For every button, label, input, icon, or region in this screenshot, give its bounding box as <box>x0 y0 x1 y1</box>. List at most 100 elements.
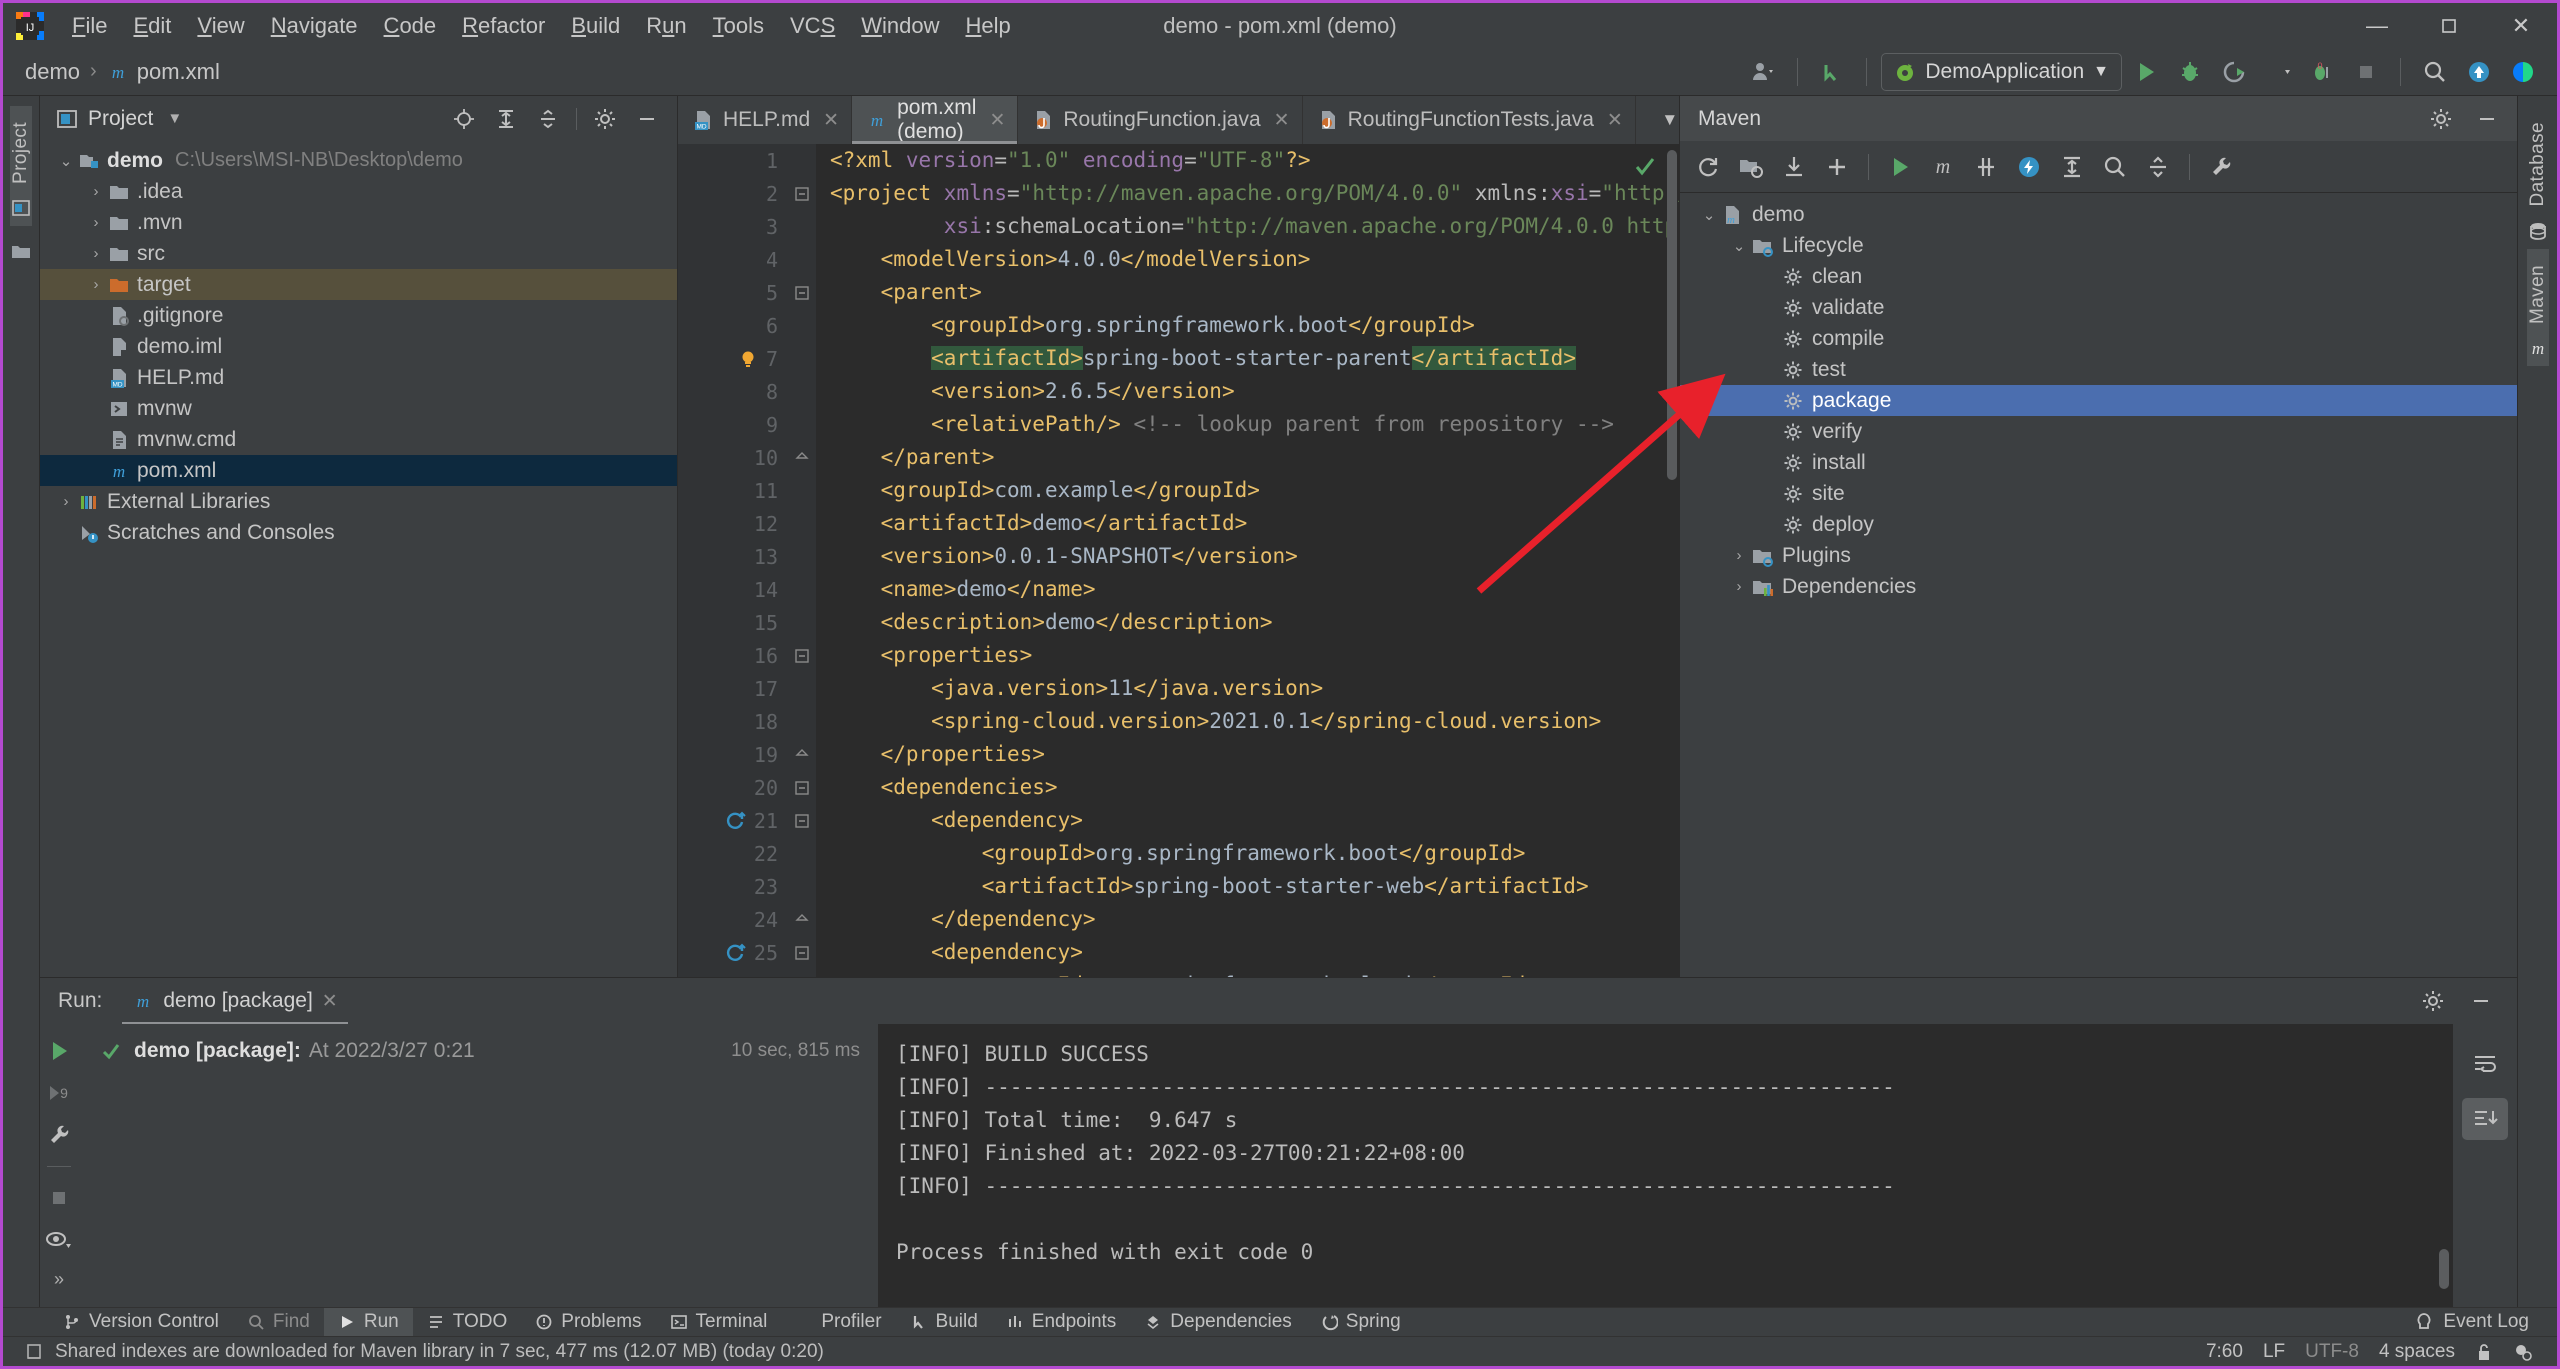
breadcrumb-project[interactable]: demo <box>25 59 80 85</box>
expand-arrow-icon[interactable]: › <box>1726 578 1752 595</box>
gear-icon[interactable] <box>585 99 625 139</box>
gear-icon[interactable] <box>2413 981 2453 1021</box>
attach-debugger-button[interactable]: 0 <box>2302 52 2342 92</box>
menu-item-navigate[interactable]: Navigate <box>258 9 371 43</box>
project-tree-item[interactable]: .gitignore <box>40 300 677 331</box>
settings-wrench-icon[interactable] <box>2201 147 2241 187</box>
stop-icon[interactable] <box>46 1185 72 1211</box>
project-tree-item[interactable]: demo.iml <box>40 331 677 362</box>
run-results-tree[interactable]: demo [package]: At 2022/3/27 0:21 10 sec… <box>78 1024 878 1307</box>
fold-minus-icon[interactable] <box>788 639 816 672</box>
project-tree-item[interactable]: › External Libraries <box>40 486 677 517</box>
maven-goal-package[interactable]: package <box>1680 385 2517 416</box>
user-settings-icon[interactable] <box>1743 52 1783 92</box>
menu-item-view[interactable]: View <box>184 9 257 43</box>
menu-item-code[interactable]: Code <box>371 9 450 43</box>
tool-window-button-terminal[interactable]: Terminal <box>656 1308 782 1337</box>
line-separator[interactable]: LF <box>2263 1341 2285 1363</box>
tool-window-button-todo[interactable]: TODO <box>413 1308 522 1337</box>
locate-icon[interactable] <box>444 99 484 139</box>
file-encoding[interactable]: UTF-8 <box>2305 1341 2359 1363</box>
sidebar-item-database[interactable]: Database <box>2527 106 2549 249</box>
collapse-all-icon[interactable] <box>2138 147 2178 187</box>
maven-tree-item[interactable]: ⌄ Lifecycle <box>1680 230 2517 261</box>
maximize-button[interactable] <box>2413 3 2485 48</box>
expand-arrow-icon[interactable]: ⌄ <box>54 152 78 170</box>
tool-window-button-problems[interactable]: Problems <box>521 1308 655 1337</box>
run-button[interactable] <box>2126 52 2166 92</box>
generate-sources-icon[interactable] <box>1731 147 1771 187</box>
run-configuration-selector[interactable]: DemoApplication ▼ <box>1881 53 2122 91</box>
project-tree-item[interactable]: › .mvn <box>40 207 677 238</box>
indent-setting[interactable]: 4 spaces <box>2379 1341 2455 1363</box>
soft-wrap-icon[interactable] <box>2462 1042 2508 1084</box>
tool-window-button-version-control[interactable]: Version Control <box>49 1308 233 1337</box>
fold-end-icon[interactable] <box>788 903 816 936</box>
caret-position[interactable]: 7:60 <box>2206 1341 2243 1363</box>
search-icon[interactable] <box>2095 147 2135 187</box>
chevron-down-icon[interactable]: ▼ <box>167 110 182 127</box>
editor-scrollbar[interactable] <box>1667 150 1677 480</box>
search-everywhere-icon[interactable] <box>2415 52 2455 92</box>
breadcrumb-pom[interactable]: pom.xml <box>137 59 220 85</box>
fold-minus-icon[interactable] <box>788 177 816 210</box>
toggle-offline-icon[interactable] <box>2009 147 2049 187</box>
menu-item-edit[interactable]: Edit <box>120 9 184 43</box>
add-icon[interactable] <box>1817 147 1857 187</box>
download-dependency-icon[interactable] <box>726 811 746 831</box>
editor-tab-routingfunction-java[interactable]: RoutingFunction.java ✕ <box>1018 96 1303 144</box>
close-button[interactable]: ✕ <box>2485 3 2557 48</box>
maven-tree-item[interactable]: validate <box>1680 292 2517 323</box>
expand-all-icon[interactable] <box>486 99 526 139</box>
expand-more-icon[interactable]: » <box>54 1269 64 1290</box>
close-icon[interactable]: ✕ <box>1274 109 1290 132</box>
fold-end-icon[interactable] <box>788 441 816 474</box>
editor-tab-help-md[interactable]: MD HELP.md ✕ <box>678 96 853 144</box>
project-tree-item[interactable]: › src <box>40 238 677 269</box>
console-scrollbar[interactable] <box>2439 1249 2449 1289</box>
rerun-failed-tests-icon[interactable]: 9 <box>46 1080 72 1106</box>
menu-item-refactor[interactable]: Refactor <box>449 9 558 43</box>
close-icon[interactable]: ✕ <box>989 109 1005 132</box>
maven-tree-item[interactable]: install <box>1680 447 2517 478</box>
minimize-button[interactable]: — <box>2341 3 2413 48</box>
project-tree-item[interactable]: Scratches and Consoles <box>40 517 677 548</box>
project-tree-item[interactable]: m pom.xml <box>40 455 677 486</box>
vcs-update-icon[interactable] <box>1812 52 1852 92</box>
scroll-to-end-icon[interactable] <box>2462 1098 2508 1140</box>
expand-arrow-icon[interactable]: › <box>1726 547 1752 564</box>
fold-minus-icon[interactable] <box>788 276 816 309</box>
menu-item-window[interactable]: Window <box>848 9 952 43</box>
tool-window-button-profiler[interactable]: Profiler <box>781 1308 895 1337</box>
run-maven-build-icon[interactable] <box>1880 147 1920 187</box>
run-window-tab[interactable]: m demo [package] ✕ <box>122 984 349 1025</box>
collapse-all-icon[interactable] <box>528 99 568 139</box>
sidebar-item-maven[interactable]: m Maven <box>2526 248 2549 366</box>
reload-icon[interactable] <box>1688 147 1728 187</box>
maven-tree-item[interactable]: compile <box>1680 323 2517 354</box>
expand-arrow-icon[interactable]: › <box>84 245 108 262</box>
project-tree-item[interactable]: mvnw.cmd <box>40 424 677 455</box>
hide-panel-icon[interactable] <box>627 99 667 139</box>
menu-item-build[interactable]: Build <box>558 9 633 43</box>
filter-icon[interactable] <box>44 1227 74 1253</box>
intention-bulb-icon[interactable] <box>738 349 758 369</box>
expand-all-icon[interactable] <box>2052 147 2092 187</box>
maven-tree-item[interactable]: › Dependencies <box>1680 571 2517 602</box>
download-sources-icon[interactable] <box>1774 147 1814 187</box>
rerun-icon[interactable] <box>46 1038 72 1064</box>
maven-tree-item[interactable]: clean <box>1680 261 2517 292</box>
gear-icon[interactable] <box>2421 99 2461 139</box>
fold-minus-icon[interactable] <box>788 804 816 837</box>
run-with-coverage-button[interactable] <box>2214 52 2254 92</box>
menu-item-help[interactable]: Help <box>953 9 1024 43</box>
expand-arrow-icon[interactable]: › <box>54 493 78 510</box>
project-tree-item[interactable]: ⌄ demo C:\Users\MSI-NB\Desktop\demo <box>40 145 677 176</box>
menu-item-tools[interactable]: Tools <box>700 9 777 43</box>
tool-window-button-build[interactable]: Build <box>896 1308 992 1337</box>
maven-tree-item[interactable]: › Plugins <box>1680 540 2517 571</box>
project-tree-item[interactable]: › target <box>40 269 677 300</box>
close-icon[interactable]: ✕ <box>1607 109 1623 132</box>
tool-window-button-dependencies[interactable]: Dependencies <box>1130 1308 1305 1337</box>
project-tree-item[interactable]: mvnw <box>40 393 677 424</box>
